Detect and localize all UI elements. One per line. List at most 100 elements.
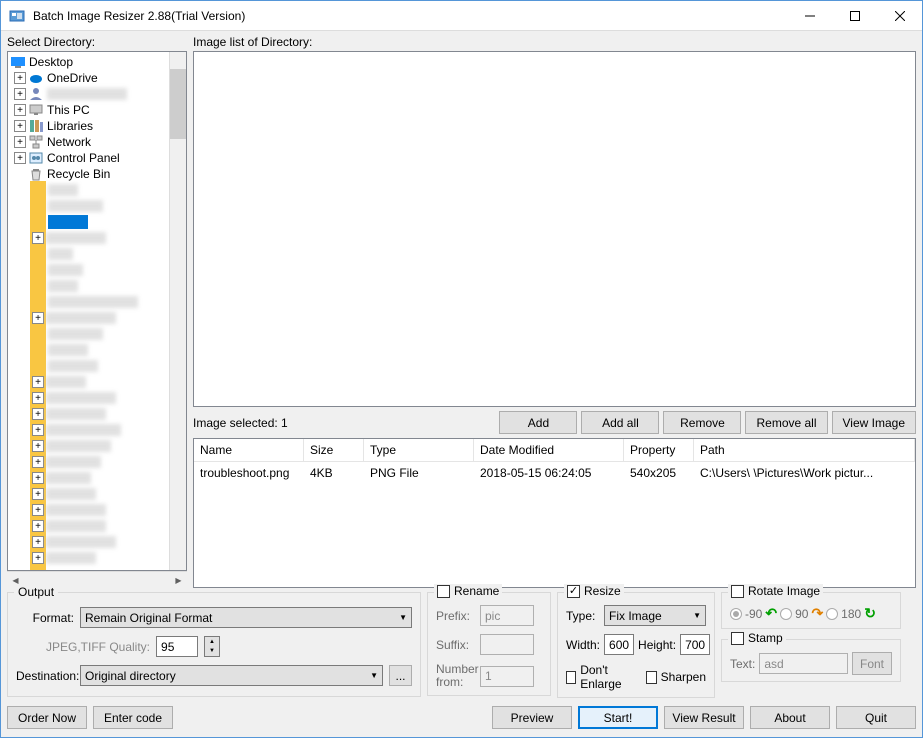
prefix-input[interactable]: pic (480, 605, 534, 626)
tree-item[interactable]: + (10, 390, 167, 406)
preview-button[interactable]: Preview (492, 706, 572, 729)
tree-item[interactable]: + (10, 486, 167, 502)
tree-item[interactable] (10, 182, 167, 198)
resize-type-select[interactable]: Fix Image▼ (604, 605, 706, 626)
view-result-button[interactable]: View Result (664, 706, 744, 729)
tree-item[interactable]: +This PC (10, 102, 167, 118)
tree-item[interactable]: + (10, 422, 167, 438)
tree-item[interactable] (10, 358, 167, 374)
tree-item[interactable]: + (10, 470, 167, 486)
tree-item[interactable] (10, 214, 167, 230)
enter-code-button[interactable]: Enter code (93, 706, 173, 729)
add-all-button[interactable]: Add all (581, 411, 659, 434)
col-property[interactable]: Property (624, 439, 694, 461)
tree-item[interactable]: + (10, 86, 167, 102)
suffix-input[interactable] (480, 634, 534, 655)
height-input[interactable]: 700 (680, 634, 710, 655)
tree-item[interactable]: + (10, 230, 167, 246)
tree-vertical-scrollbar[interactable] (169, 52, 186, 570)
view-image-button[interactable]: View Image (832, 411, 916, 434)
width-input[interactable]: 600 (604, 634, 634, 655)
expand-icon[interactable]: + (32, 376, 44, 388)
directory-image-list[interactable] (193, 51, 916, 407)
expand-icon[interactable]: + (32, 312, 44, 324)
col-size[interactable]: Size (304, 439, 364, 461)
tree-item[interactable]: + (10, 438, 167, 454)
sharpen-checkbox[interactable] (646, 671, 656, 684)
expand-icon[interactable]: + (32, 472, 44, 484)
expand-icon[interactable]: + (32, 504, 44, 516)
scroll-right-icon[interactable]: ▶ (170, 572, 187, 589)
tree-item[interactable] (10, 326, 167, 342)
expand-icon[interactable]: + (14, 104, 26, 116)
remove-button[interactable]: Remove (663, 411, 741, 434)
tree-item[interactable] (10, 262, 167, 278)
expand-icon[interactable]: + (32, 536, 44, 548)
col-path[interactable]: Path (694, 439, 915, 461)
expand-icon[interactable]: + (32, 456, 44, 468)
directory-tree[interactable]: Desktop +OneDrive + +This PC +Libraries … (7, 51, 187, 571)
expand-icon[interactable]: + (32, 440, 44, 452)
maximize-button[interactable] (832, 1, 877, 31)
start-button[interactable]: Start! (578, 706, 658, 729)
stamp-checkbox[interactable] (731, 632, 744, 645)
expand-icon[interactable]: + (32, 232, 44, 244)
expand-icon[interactable]: + (32, 424, 44, 436)
tree-item[interactable]: + (10, 454, 167, 470)
expand-icon[interactable]: + (32, 408, 44, 420)
add-button[interactable]: Add (499, 411, 577, 434)
col-date[interactable]: Date Modified (474, 439, 624, 461)
tree-item[interactable]: + (10, 550, 167, 566)
expand-icon[interactable]: + (32, 488, 44, 500)
tree-item[interactable]: Recycle Bin (10, 166, 167, 182)
expand-icon[interactable]: + (32, 520, 44, 532)
tree-item[interactable]: +Control Panel (10, 150, 167, 166)
tree-item[interactable]: +OneDrive (10, 70, 167, 86)
rotate-checkbox[interactable] (731, 585, 744, 598)
expand-icon[interactable]: + (14, 72, 26, 84)
dont-enlarge-checkbox[interactable] (566, 671, 576, 684)
expand-icon[interactable]: + (14, 88, 26, 100)
tree-item[interactable] (10, 278, 167, 294)
tree-item[interactable]: + (10, 374, 167, 390)
resize-checkbox[interactable] (567, 585, 580, 598)
about-button[interactable]: About (750, 706, 830, 729)
quality-input[interactable]: 95 (156, 636, 198, 657)
tree-item[interactable] (10, 198, 167, 214)
tree-item[interactable] (10, 342, 167, 358)
tree-item[interactable] (10, 246, 167, 262)
remove-all-button[interactable]: Remove all (745, 411, 827, 434)
tree-item[interactable]: +Libraries (10, 118, 167, 134)
minimize-button[interactable] (787, 1, 832, 31)
close-button[interactable] (877, 1, 922, 31)
expand-icon[interactable]: + (32, 552, 44, 564)
tree-item-desktop[interactable]: Desktop (10, 54, 167, 70)
tree-item[interactable] (10, 294, 167, 310)
order-now-button[interactable]: Order Now (7, 706, 87, 729)
stamp-text-input[interactable]: asd (759, 653, 848, 674)
tree-item[interactable]: + (10, 406, 167, 422)
expand-icon[interactable]: + (14, 120, 26, 132)
tree-item[interactable]: + (10, 518, 167, 534)
tree-item[interactable]: + (10, 310, 167, 326)
number-from-input[interactable]: 1 (480, 666, 534, 687)
quality-spinner[interactable]: ▲▼ (204, 636, 220, 657)
expand-icon[interactable]: + (14, 152, 26, 164)
rotate-90-radio[interactable] (780, 608, 792, 620)
quit-button[interactable]: Quit (836, 706, 916, 729)
browse-button[interactable]: ... (389, 665, 412, 686)
rename-checkbox[interactable] (437, 585, 450, 598)
destination-select[interactable]: Original directory▼ (80, 665, 383, 686)
format-select[interactable]: Remain Original Format▼ (80, 607, 412, 628)
tree-item[interactable]: +Network (10, 134, 167, 150)
expand-icon[interactable]: + (14, 136, 26, 148)
font-button[interactable]: Font (852, 652, 892, 675)
expand-icon[interactable]: + (32, 392, 44, 404)
tree-item[interactable]: + (10, 502, 167, 518)
selected-images-table[interactable]: Name Size Type Date Modified Property Pa… (193, 438, 916, 588)
rotate-180-radio[interactable] (826, 608, 838, 620)
table-row[interactable]: troubleshoot.png 4KB PNG File 2018-05-15… (194, 462, 915, 484)
tree-item[interactable]: + (10, 534, 167, 550)
col-type[interactable]: Type (364, 439, 474, 461)
col-name[interactable]: Name (194, 439, 304, 461)
